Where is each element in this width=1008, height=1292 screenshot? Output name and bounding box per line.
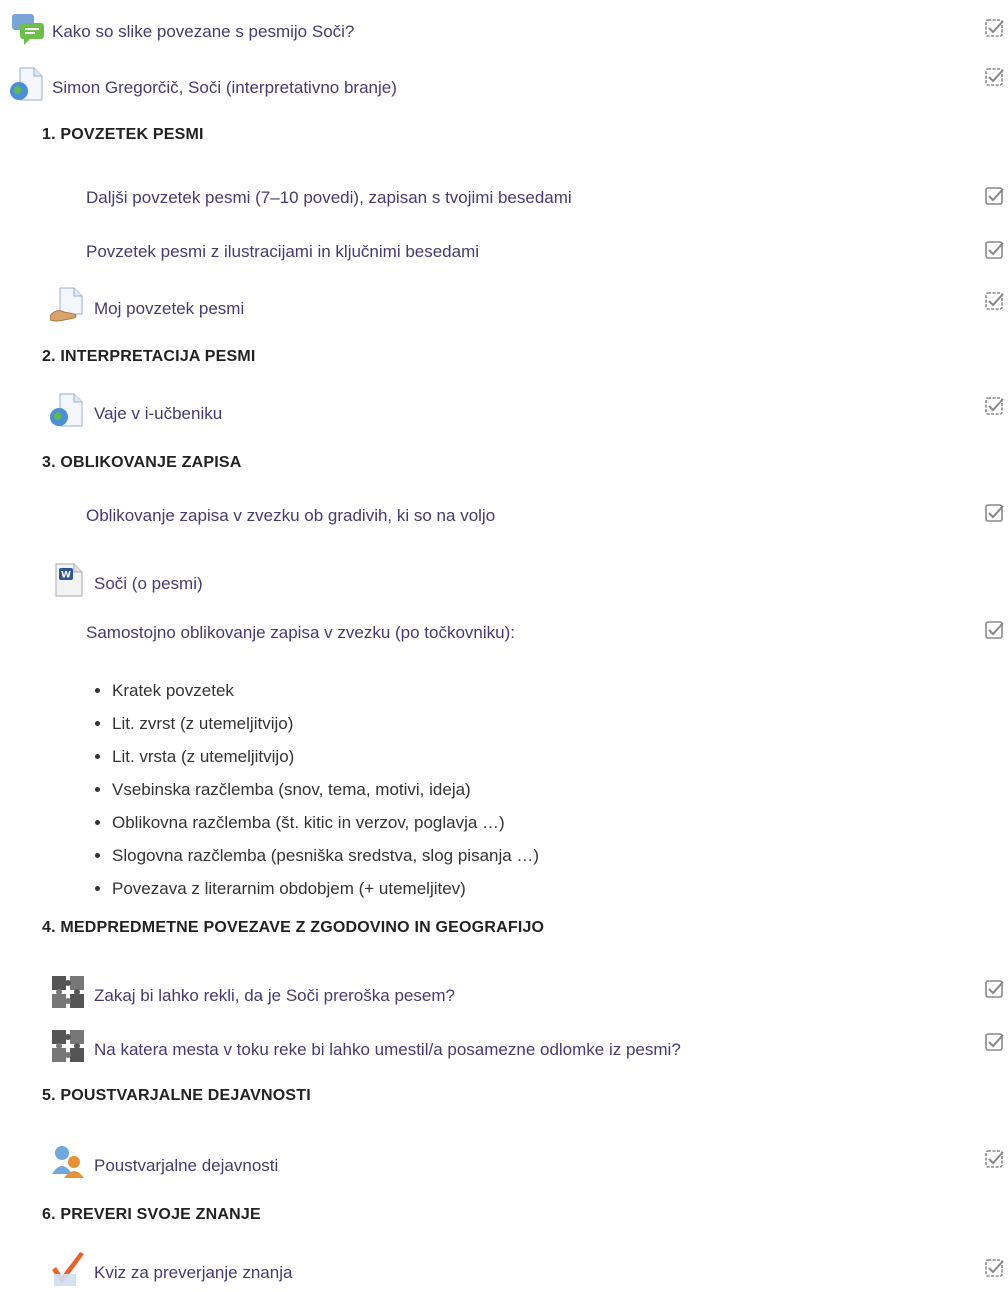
label-notes-format: Oblikovanje zapisa v zvezku ob gradivih,… [86, 506, 496, 525]
notes-checklist: Kratek povzetek Lit. zvrst (z utemeljitv… [88, 674, 539, 905]
svg-text:W: W [61, 571, 71, 581]
section-heading-3: 3. OBLIKOVANJE ZAPISA [42, 454, 242, 471]
completion-checkbox-icon[interactable] [984, 978, 1006, 1000]
list-item: Lit. vrsta (z utemeljitvijo) [112, 740, 539, 773]
completion-checkbox-icon[interactable] [984, 185, 1006, 207]
list-item: Oblikovna razčlemba (št. kitic in verzov… [112, 806, 539, 839]
completion-checkbox-icon[interactable] [984, 395, 1006, 417]
completion-checkbox-icon[interactable] [984, 1031, 1006, 1053]
completion-checkbox-icon[interactable] [984, 1257, 1006, 1279]
section-heading-6: 6. PREVERI SVOJE ZNANJE [42, 1206, 261, 1223]
forum-icon [12, 14, 44, 45]
list-item: Povezava z literarnim obdobjem (+ utemel… [112, 872, 539, 905]
about-poem-link[interactable]: Soči (o pesmi) [94, 573, 203, 595]
completion-checkbox-icon[interactable] [984, 1148, 1006, 1170]
assignment-icon [50, 287, 83, 322]
completion-checkbox-icon[interactable] [984, 66, 1006, 88]
exercises-link[interactable]: Vaje v i-učbeniku [94, 403, 222, 425]
globe-document-icon [10, 67, 43, 101]
creative-link[interactable]: Poustvarjalne dejavnosti [94, 1155, 278, 1177]
my-summary-link[interactable]: Moj povzetek pesmi [94, 298, 244, 320]
forum-link[interactable]: Kako so slike povezane s pesmijo Soči? [52, 21, 354, 43]
list-item: Vsebinska razčlemba (snov, tema, motivi,… [112, 773, 539, 806]
list-item: Lit. zvrst (z utemeljitvijo) [112, 707, 539, 740]
label-summary-illustrated: Povzetek pesmi z ilustracijami in ključn… [86, 242, 480, 261]
puzzle-icon [52, 1030, 84, 1062]
prophetic-link[interactable]: Zakaj bi lahko rekli, da je Soči prerošk… [94, 985, 455, 1007]
word-document-icon: W [55, 563, 83, 597]
globe-document-icon [50, 393, 83, 427]
river-places-link[interactable]: Na katera mesta v toku reke bi lahko ume… [94, 1039, 681, 1061]
completion-checkbox-icon[interactable] [984, 619, 1006, 641]
label-self-notes: Samostojno oblikovanje zapisa v zvezku (… [86, 623, 515, 642]
course-section-page: Kako so slike povezane s pesmijo Soči? S… [0, 0, 1008, 1292]
quiz-icon [52, 1252, 84, 1286]
completion-checkbox-icon[interactable] [984, 239, 1006, 261]
section-heading-5: 5. POUSTVARJALNE DEJAVNOSTI [42, 1087, 311, 1104]
section-heading-1: 1. POVZETEK PESMI [42, 126, 204, 143]
puzzle-icon [52, 976, 84, 1008]
people-icon [52, 1146, 84, 1178]
section-heading-2: 2. INTERPRETACIJA PESMI [42, 348, 256, 365]
list-item: Kratek povzetek [112, 674, 539, 707]
section-heading-4: 4. MEDPREDMETNE POVEZAVE Z ZGODOVINO IN … [42, 919, 545, 936]
list-item: Slogovna razčlemba (pesniška sredstva, s… [112, 839, 539, 872]
quiz-link[interactable]: Kviz za preverjanje znanja [94, 1262, 292, 1284]
label-summary-long: Daljši povzetek pesmi (7–10 povedi), zap… [86, 188, 572, 207]
completion-checkbox-icon[interactable] [984, 502, 1006, 524]
completion-checkbox-icon[interactable] [984, 17, 1006, 39]
reading-link[interactable]: Simon Gregorčič, Soči (interpretativno b… [52, 77, 397, 99]
completion-checkbox-icon[interactable] [984, 290, 1006, 312]
